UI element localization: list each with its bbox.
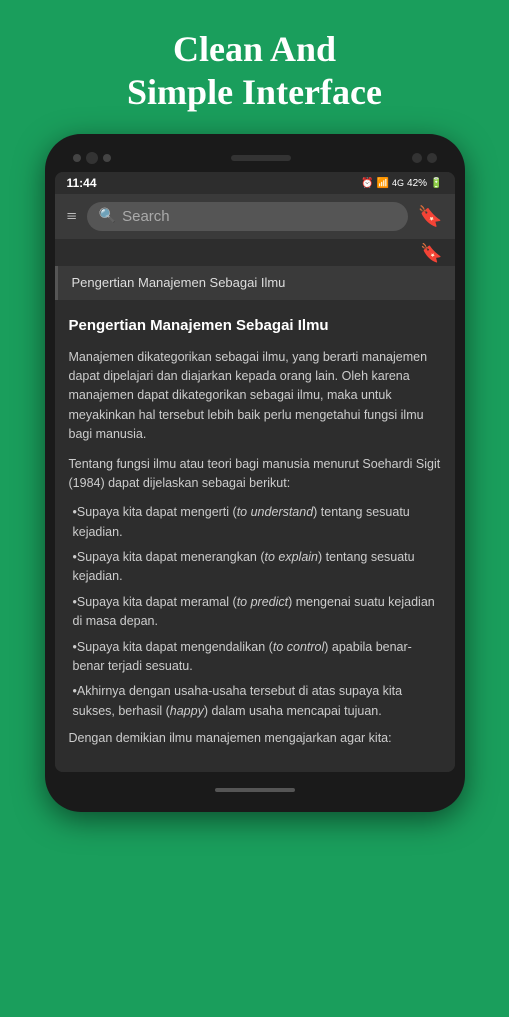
article-para-1: Manajemen dikategorikan sebagai ilmu, ya… [69, 348, 441, 445]
article-closing: Dengan demikian ilmu manajemen mengajark… [69, 729, 441, 748]
4g-icon: 4G [392, 178, 404, 188]
camera-main [86, 152, 98, 164]
signal-icon: 📶 [377, 178, 389, 189]
article-para-2: Tentang fungsi ilmu atau teori bagi manu… [69, 455, 441, 494]
search-bar[interactable]: 🔍 Search [87, 202, 408, 231]
search-placeholder: Search [122, 208, 170, 225]
status-right: ⏰ 📶 4G 42% 🔋 [361, 178, 442, 189]
alarm-icon: ⏰ [361, 178, 373, 189]
article-title: Pengertian Manajemen Sebagai Ilmu [69, 314, 441, 337]
phone-top-bar [55, 148, 455, 172]
status-bar: 11:44 ⏰ 📶 4G 42% 🔋 [55, 172, 455, 194]
bullet-3: •Supaya kita dapat meramal (to predict) … [69, 593, 441, 632]
article-content: Pengertian Manajemen Sebagai Ilmu Manaje… [55, 300, 455, 772]
phone-bottom [55, 782, 455, 798]
menu-icon[interactable]: ≡ [67, 206, 77, 227]
camera-dot-2 [103, 154, 111, 162]
breadcrumb-bar: Pengertian Manajemen Sebagai Ilmu [55, 266, 455, 300]
battery-level: 42% [407, 178, 427, 189]
battery-icon: 🔋 [430, 178, 442, 189]
phone-cameras [73, 152, 111, 164]
bullet-2: •Supaya kita dapat menerangkan (to expla… [69, 548, 441, 587]
app-toolbar[interactable]: ≡ 🔍 Search 🔖 [55, 194, 455, 239]
camera-dot [73, 154, 81, 162]
header-title: Clean And Simple Interface [87, 0, 422, 134]
bookmark-toolbar-icon[interactable]: 🔖 [418, 204, 443, 229]
phone-sensors [412, 153, 437, 163]
bullet-5: •Akhirnya dengan usaha-usaha tersebut di… [69, 682, 441, 721]
bullet-4: •Supaya kita dapat mengendalikan (to con… [69, 638, 441, 677]
status-time: 11:44 [67, 176, 97, 190]
phone-screen: 11:44 ⏰ 📶 4G 42% 🔋 ≡ 🔍 Search 🔖 [55, 172, 455, 772]
sensor-dot-2 [427, 153, 437, 163]
phone-mockup: 11:44 ⏰ 📶 4G 42% 🔋 ≡ 🔍 Search 🔖 [45, 134, 465, 1017]
sensor-dot [412, 153, 422, 163]
search-icon: 🔍 [99, 208, 116, 225]
home-indicator [215, 788, 295, 792]
bookmark-row: 🔖 [55, 239, 455, 266]
breadcrumb-text: Pengertian Manajemen Sebagai Ilmu [72, 275, 286, 290]
bookmark-content-icon[interactable]: 🔖 [420, 243, 442, 264]
bullet-1: •Supaya kita dapat mengerti (to understa… [69, 503, 441, 542]
phone-frame: 11:44 ⏰ 📶 4G 42% 🔋 ≡ 🔍 Search 🔖 [45, 134, 465, 812]
phone-speaker [231, 155, 291, 161]
content-area: 🔖 Pengertian Manajemen Sebagai Ilmu Peng… [55, 239, 455, 772]
